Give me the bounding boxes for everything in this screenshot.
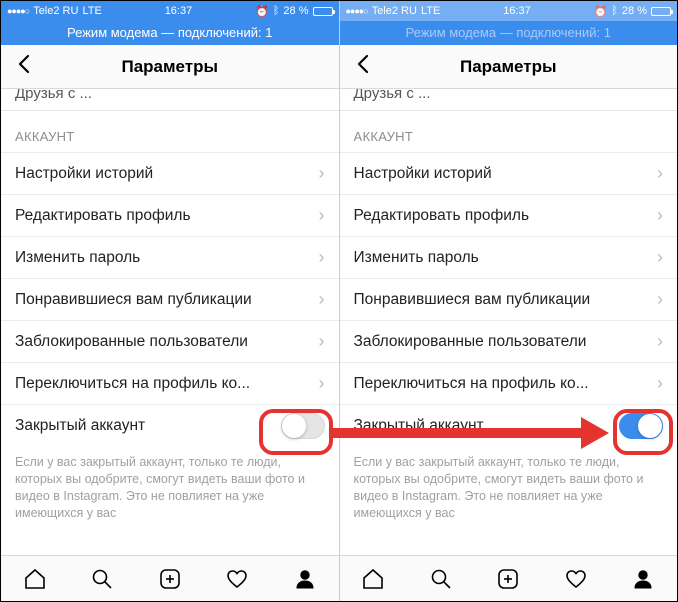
- tab-search[interactable]: [407, 556, 475, 601]
- row-blocked-users[interactable]: Заблокированные пользователи ›: [340, 320, 678, 362]
- section-header-account: АККАУНТ: [340, 111, 678, 152]
- tab-new-post[interactable]: [475, 556, 543, 601]
- plus-square-icon: [158, 567, 182, 591]
- search-icon: [90, 567, 114, 591]
- truncated-prev-row[interactable]: Друзья с ...: [340, 89, 678, 111]
- private-account-toggle[interactable]: [619, 413, 663, 439]
- screen-right: ●●●●○ Tele2 RU LTE 16:37 ⏰ ᛒ 28 % Режим …: [340, 1, 678, 601]
- chevron-right-icon: ›: [657, 163, 663, 184]
- chevron-left-icon: [17, 54, 31, 74]
- chevron-right-icon: ›: [319, 373, 325, 394]
- row-change-password[interactable]: Изменить пароль ›: [1, 236, 339, 278]
- status-bar: ●●●●○ Tele2 RU LTE 16:37 ⏰ ᛒ 28 %: [340, 1, 678, 21]
- row-liked-posts[interactable]: Понравившиеся вам публикации ›: [340, 278, 678, 320]
- row-switch-profile[interactable]: Переключиться на профиль ко... ›: [340, 362, 678, 404]
- hotspot-bar[interactable]: Режим модема — подключений: 1: [340, 21, 678, 45]
- network-label: LTE: [421, 5, 440, 17]
- status-time: 16:37: [165, 5, 193, 17]
- chevron-right-icon: ›: [319, 247, 325, 268]
- private-account-toggle[interactable]: [281, 413, 325, 439]
- signal-dots-icon: ●●●●○: [346, 6, 368, 16]
- page-title: Параметры: [340, 57, 678, 77]
- home-icon: [361, 567, 385, 591]
- tab-new-post[interactable]: [136, 556, 204, 601]
- settings-content: Друзья с ... АККАУНТ Настройки историй ›…: [340, 89, 678, 555]
- chevron-right-icon: ›: [319, 163, 325, 184]
- battery-icon: [651, 7, 671, 16]
- row-change-password[interactable]: Изменить пароль ›: [340, 236, 678, 278]
- battery-icon: [313, 7, 333, 16]
- tab-home[interactable]: [340, 556, 408, 601]
- chevron-right-icon: ›: [657, 373, 663, 394]
- row-liked-posts[interactable]: Понравившиеся вам публикации ›: [1, 278, 339, 320]
- hotspot-bar[interactable]: Режим модема — подключений: 1: [1, 21, 339, 45]
- row-private-account[interactable]: Закрытый аккаунт: [1, 404, 339, 446]
- chevron-right-icon: ›: [657, 289, 663, 310]
- tab-activity[interactable]: [204, 556, 272, 601]
- profile-icon: [293, 567, 317, 591]
- private-account-footer: Если у вас закрытый аккаунт, только те л…: [1, 446, 339, 522]
- home-icon: [23, 567, 47, 591]
- settings-content: Друзья с ... АККАУНТ Настройки историй ›…: [1, 89, 339, 555]
- alarm-icon: ⏰: [594, 5, 608, 18]
- alarm-icon: ⏰: [255, 5, 269, 18]
- row-switch-profile[interactable]: Переключиться на профиль ко... ›: [1, 362, 339, 404]
- tab-activity[interactable]: [542, 556, 610, 601]
- heart-icon: [564, 567, 588, 591]
- nav-header: Параметры: [340, 45, 678, 89]
- profile-icon: [631, 567, 655, 591]
- section-header-account: АККАУНТ: [1, 111, 339, 152]
- status-time: 16:37: [503, 5, 531, 17]
- screen-left: ●●●●○ Tele2 RU LTE 16:37 ⏰ ᛒ 28 % Режим …: [1, 1, 340, 601]
- tab-bar: [340, 555, 678, 601]
- page-title: Параметры: [1, 57, 339, 77]
- battery-percent: 28 %: [622, 5, 647, 17]
- status-bar: ●●●●○ Tele2 RU LTE 16:37 ⏰ ᛒ 28 %: [1, 1, 339, 21]
- heart-icon: [225, 567, 249, 591]
- bluetooth-icon: ᛒ: [611, 5, 618, 17]
- tab-profile[interactable]: [610, 556, 678, 601]
- carrier-label: Tele2 RU: [372, 5, 417, 17]
- plus-square-icon: [496, 567, 520, 591]
- tab-home[interactable]: [1, 556, 69, 601]
- chevron-left-icon: [356, 54, 370, 74]
- network-label: LTE: [82, 5, 101, 17]
- chevron-right-icon: ›: [319, 331, 325, 352]
- carrier-label: Tele2 RU: [33, 5, 78, 17]
- search-icon: [429, 567, 453, 591]
- back-button[interactable]: [348, 50, 378, 84]
- row-story-settings[interactable]: Настройки историй ›: [340, 152, 678, 194]
- nav-header: Параметры: [1, 45, 339, 89]
- row-blocked-users[interactable]: Заблокированные пользователи ›: [1, 320, 339, 362]
- tab-bar: [1, 555, 339, 601]
- chevron-right-icon: ›: [657, 205, 663, 226]
- battery-percent: 28 %: [283, 5, 308, 17]
- tab-search[interactable]: [69, 556, 137, 601]
- bluetooth-icon: ᛒ: [273, 5, 280, 17]
- row-edit-profile[interactable]: Редактировать профиль ›: [1, 194, 339, 236]
- chevron-right-icon: ›: [319, 289, 325, 310]
- chevron-right-icon: ›: [319, 205, 325, 226]
- chevron-right-icon: ›: [657, 331, 663, 352]
- chevron-right-icon: ›: [657, 247, 663, 268]
- private-account-footer: Если у вас закрытый аккаунт, только те л…: [340, 446, 678, 522]
- signal-dots-icon: ●●●●○: [7, 6, 29, 16]
- truncated-prev-row[interactable]: Друзья с ...: [1, 89, 339, 111]
- back-button[interactable]: [9, 50, 39, 84]
- tab-profile[interactable]: [271, 556, 339, 601]
- row-story-settings[interactable]: Настройки историй ›: [1, 152, 339, 194]
- row-private-account[interactable]: Закрытый аккаунт: [340, 404, 678, 446]
- row-edit-profile[interactable]: Редактировать профиль ›: [340, 194, 678, 236]
